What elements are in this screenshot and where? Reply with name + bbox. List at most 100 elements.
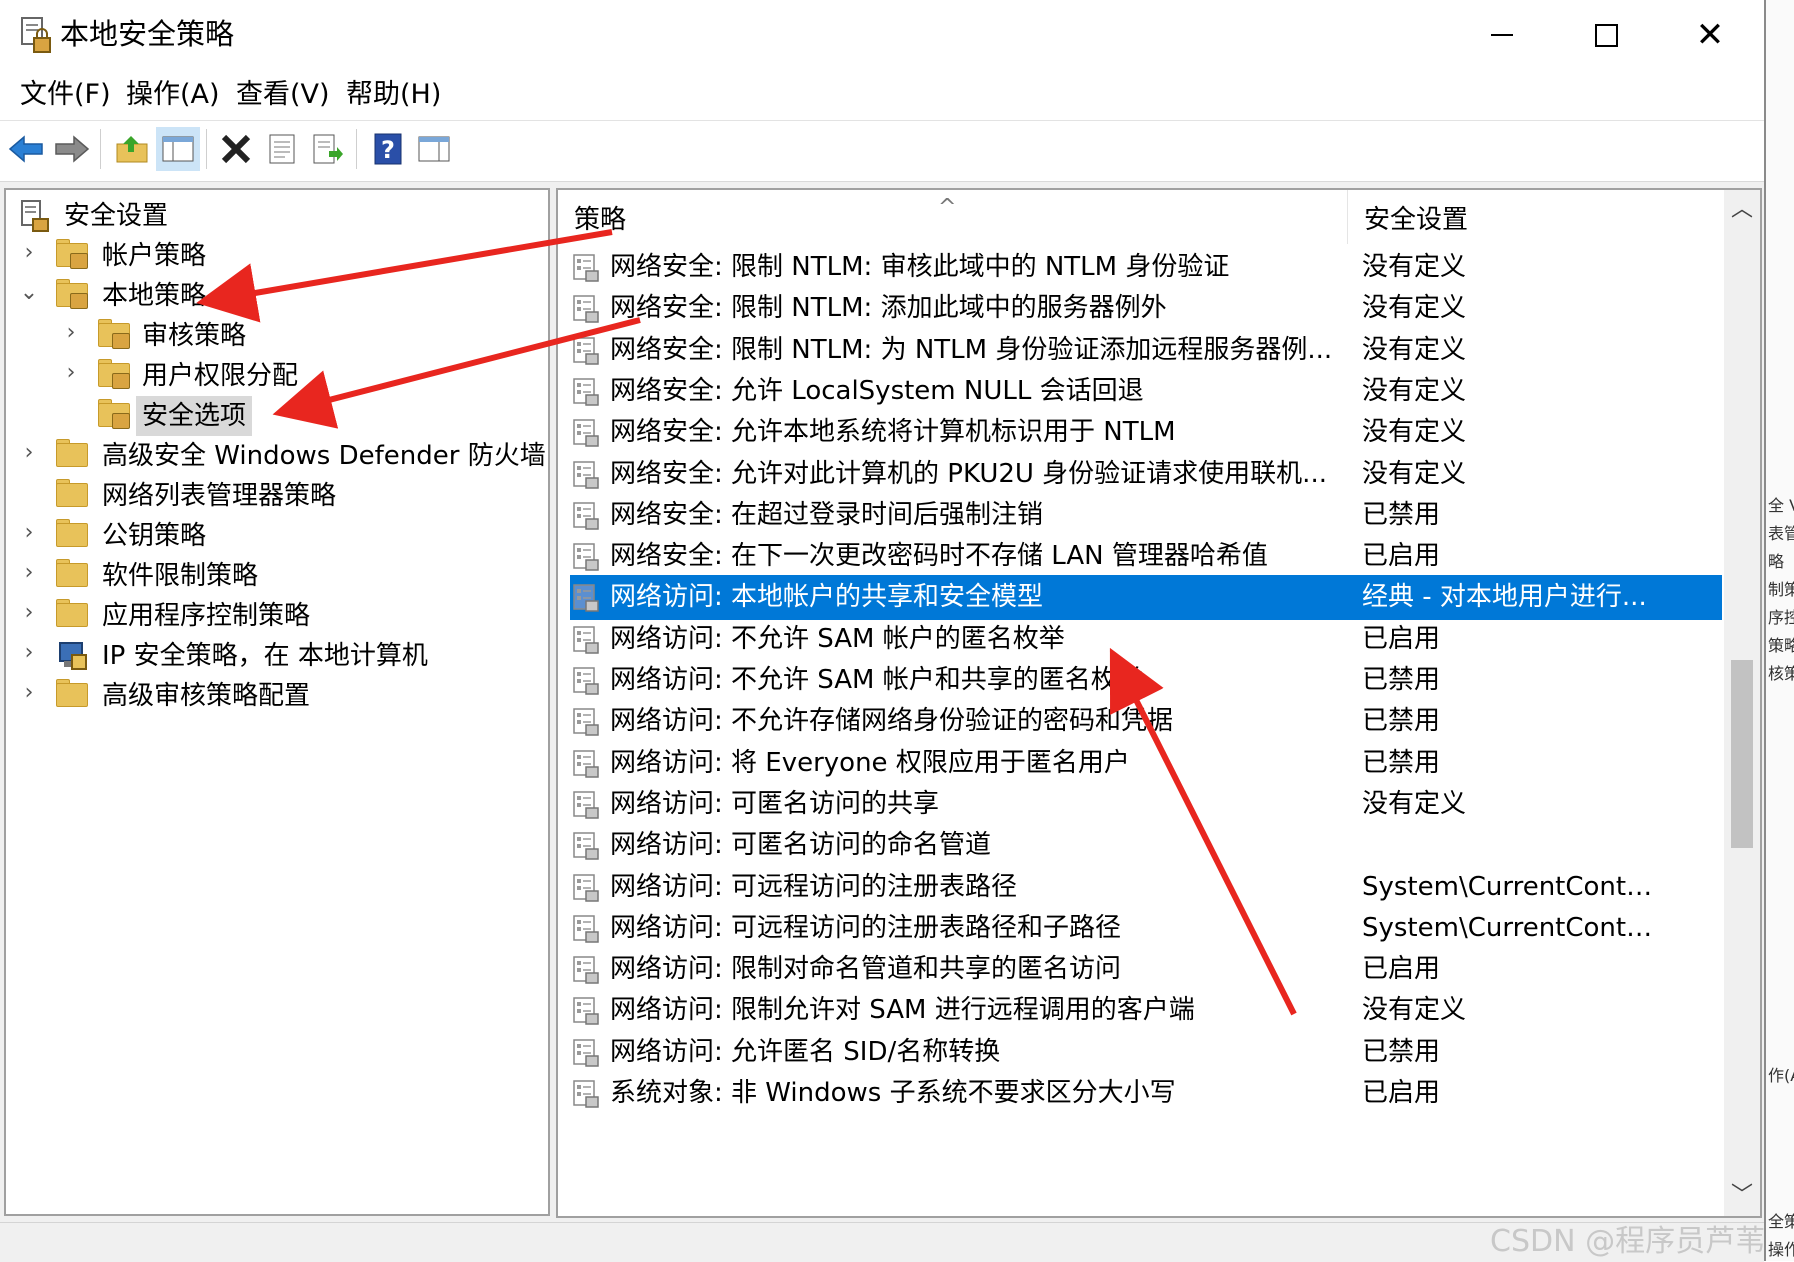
policy-name: 网络访问: 不允许 SAM 帐户和共享的匿名枚举 (610, 665, 1143, 695)
policy-row[interactable]: 网络访问: 可匿名访问的共享 没有定义 (558, 781, 1734, 828)
policy-row[interactable]: 网络安全: 在超过登录时间后强制注销 已禁用 (558, 492, 1734, 539)
policy-row[interactable]: 网络访问: 将 Everyone 权限应用于匿名用户 已禁用 (558, 740, 1734, 787)
policy-name: 网络安全: 限制 NTLM: 添加此域中的服务器例外 (610, 293, 1167, 324)
maximize-button[interactable] (1554, 0, 1658, 70)
menu-help[interactable]: 帮助(H) (346, 76, 441, 114)
policy-item-icon (572, 542, 600, 572)
export-list-button[interactable] (306, 127, 350, 171)
security-setting-value: 没有定义 (1362, 458, 1467, 489)
tree-item-label: 帐户策略 (102, 241, 207, 271)
tree-item-label: 网络列表管理器策略 (102, 481, 337, 511)
vertical-scrollbar[interactable]: ︿ ﹀ (1724, 190, 1760, 1216)
chevron-right-icon[interactable]: › (60, 360, 82, 385)
policy-item-icon (572, 707, 600, 737)
policy-item-icon (572, 294, 600, 324)
background-window-text: 略 (1768, 552, 1785, 571)
policy-row[interactable]: 网络安全: 限制 NTLM: 为 NTLM 身份验证添加远程服务器例... 没有定… (558, 327, 1734, 374)
policy-item-icon (572, 1079, 600, 1109)
policy-row[interactable]: 网络安全: 允许 LocalSystem NULL 会话回退 没有定义 (558, 368, 1734, 415)
security-setting-value: 已禁用 (1362, 499, 1441, 530)
policy-row[interactable]: 网络访问: 限制对命名管道和共享的匿名访问 已启用 (558, 946, 1734, 993)
chevron-right-icon[interactable]: › (18, 520, 40, 545)
show-hide-console-tree-button[interactable] (156, 127, 200, 171)
menu-file[interactable]: 文件(F) (20, 76, 111, 114)
chevron-right-icon[interactable]: › (18, 560, 40, 585)
policy-item-icon (572, 831, 600, 861)
background-window-text: 表管 (1768, 524, 1794, 543)
folder-up-icon (116, 136, 148, 163)
chevron-right-icon[interactable]: › (18, 600, 40, 625)
tree-item[interactable]: › 审核策略 (6, 316, 546, 356)
policy-row[interactable]: 网络安全: 在下一次更改密码时不存储 LAN 管理器哈希值 已启用 (558, 533, 1734, 580)
delete-button[interactable] (214, 127, 258, 171)
tree-item-label: 审核策略 (142, 321, 247, 351)
policy-row[interactable]: 网络安全: 限制 NTLM: 添加此域中的服务器例外 没有定义 (558, 285, 1734, 332)
folder-icon (56, 559, 90, 593)
tree-item[interactable]: › 用户权限分配 (6, 356, 546, 396)
tree-item-label: 公钥策略 (102, 521, 207, 551)
tree-item[interactable]: ⌄ 本地策略 (6, 276, 546, 316)
folder-icon (56, 439, 90, 473)
tree-item[interactable]: › 软件限制策略 (6, 556, 546, 596)
scroll-up-icon[interactable]: ︿ (1724, 190, 1760, 230)
tree-item[interactable]: › 公钥策略 (6, 516, 546, 556)
properties-button[interactable] (260, 127, 304, 171)
column-header-security-setting[interactable]: 安全设置 (1348, 190, 1678, 244)
chevron-right-icon[interactable]: › (18, 440, 40, 465)
policy-row[interactable]: 网络访问: 不允许存储网络身份验证的密码和凭据 已禁用 (558, 698, 1734, 745)
policy-list: 策略 ^ 安全设置 网络安全: 限制 NTLM: 审核此域中的 NTLM 身份验… (556, 188, 1762, 1218)
column-header-policy[interactable]: 策略 ^ (558, 190, 1348, 244)
up-one-level-button[interactable] (110, 127, 154, 171)
policy-name: 网络访问: 可匿名访问的命名管道 (610, 830, 992, 861)
policy-item-icon (572, 1038, 600, 1068)
menu-view[interactable]: 查看(V) (236, 76, 330, 114)
policy-name: 网络访问: 限制允许对 SAM 进行远程调用的客户端 (610, 995, 1195, 1026)
policy-item-icon (572, 666, 600, 696)
tree-item[interactable]: 安全选项 (6, 396, 546, 436)
chevron-right-icon[interactable]: › (18, 680, 40, 705)
back-button[interactable] (4, 127, 48, 171)
security-setting-value: 没有定义 (1362, 334, 1467, 365)
tree-item[interactable]: 网络列表管理器策略 (6, 476, 546, 516)
chevron-right-icon[interactable]: › (18, 640, 40, 665)
tree-item-label: 用户权限分配 (142, 361, 299, 391)
security-setting-value: 已禁用 (1362, 747, 1441, 778)
chevron-right-icon[interactable]: › (60, 320, 82, 345)
tree-item[interactable]: 安全设置 (6, 196, 546, 236)
policy-row[interactable]: 网络安全: 允许对此计算机的 PKU2U 身份验证请求使用联机... 没有定义 (558, 451, 1734, 498)
tree-item[interactable]: › 高级安全 Windows Defender 防火墙 (6, 436, 546, 476)
policy-row[interactable]: 系统对象: 非 Windows 子系统不要求区分大小写 已启用 (558, 1070, 1734, 1117)
tree-item[interactable]: › 高级审核策略配置 (6, 676, 546, 716)
policy-row[interactable]: 网络访问: 可匿名访问的命名管道 (558, 822, 1734, 869)
tree-item[interactable]: › 应用程序控制策略 (6, 596, 546, 636)
minimize-button[interactable] (1450, 0, 1554, 70)
policy-row[interactable]: 网络安全: 限制 NTLM: 审核此域中的 NTLM 身份验证 没有定义 (558, 244, 1734, 291)
toolbar-separator (356, 129, 357, 169)
policy-row[interactable]: 网络访问: 限制允许对 SAM 进行远程调用的客户端 没有定义 (558, 987, 1734, 1034)
chevron-right-icon[interactable]: › (18, 240, 40, 265)
policy-item-icon (572, 501, 600, 531)
policy-name: 网络访问: 可远程访问的注册表路径和子路径 (610, 912, 1122, 943)
tree-item[interactable]: › IP 安全策略，在 本地计算机 (6, 636, 546, 676)
security-setting-value: 没有定义 (1362, 375, 1467, 406)
policy-row[interactable]: 网络访问: 可远程访问的注册表路径 System\CurrentControl..… (558, 864, 1734, 911)
policy-item-icon (572, 377, 600, 407)
tree-item[interactable]: › 帐户策略 (6, 236, 546, 276)
scroll-down-icon[interactable]: ﹀ (1724, 1176, 1760, 1216)
tree-item-label: 安全选项 (136, 396, 253, 436)
policy-row[interactable]: 网络访问: 不允许 SAM 帐户的匿名枚举 已启用 (558, 616, 1734, 663)
app-icon (21, 17, 51, 53)
menu-action[interactable]: 操作(A) (126, 76, 220, 114)
chevron-down-icon[interactable]: ⌄ (18, 280, 40, 305)
policy-row[interactable]: 网络访问: 不允许 SAM 帐户和共享的匿名枚举 已禁用 (558, 657, 1734, 704)
show-action-pane-button[interactable] (412, 127, 456, 171)
policy-row[interactable]: 网络访问: 本地帐户的共享和安全模型 经典 - 对本地用户进行... (558, 574, 1734, 621)
close-button[interactable]: ✕ (1658, 0, 1762, 70)
scroll-thumb[interactable] (1731, 660, 1753, 848)
policy-row[interactable]: 网络访问: 允许匿名 SID/名称转换 已禁用 (558, 1029, 1734, 1076)
help-button[interactable]: ? (366, 127, 410, 171)
background-window-text: 全策 (1768, 1212, 1794, 1231)
forward-button[interactable] (50, 127, 94, 171)
policy-row[interactable]: 网络访问: 可远程访问的注册表路径和子路径 System\CurrentContr… (558, 905, 1734, 952)
policy-row[interactable]: 网络安全: 允许本地系统将计算机标识用于 NTLM 没有定义 (558, 409, 1734, 456)
